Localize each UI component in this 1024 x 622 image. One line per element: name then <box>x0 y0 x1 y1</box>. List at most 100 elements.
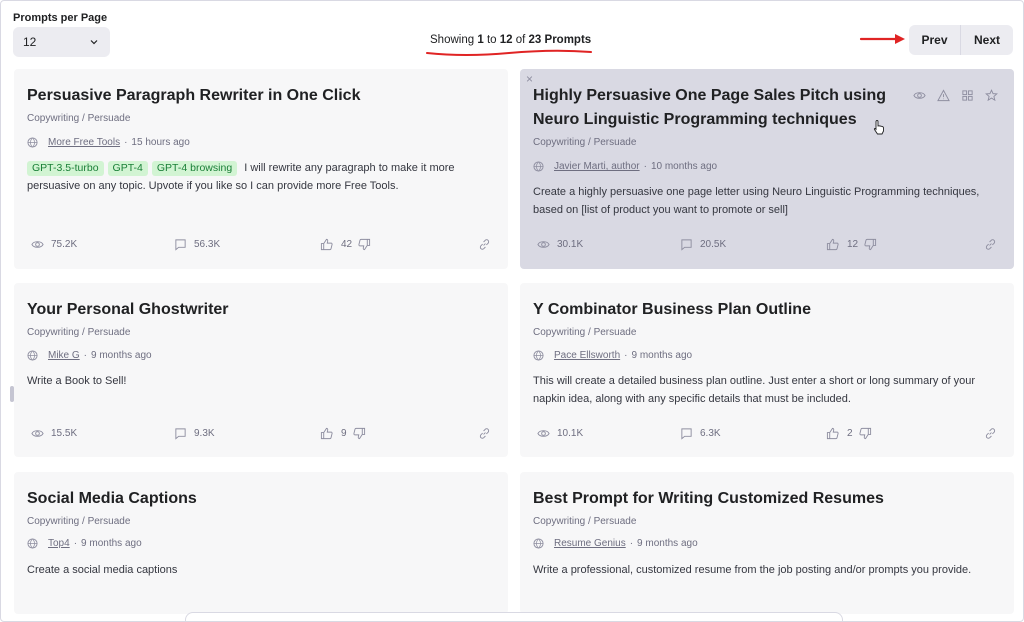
likes-stat: 12 <box>826 238 877 251</box>
link-icon[interactable] <box>984 427 997 440</box>
author-link[interactable]: More Free Tools <box>48 137 120 148</box>
prompt-title[interactable]: Persuasive Paragraph Rewriter in One Cli… <box>27 84 387 108</box>
next-button[interactable]: Next <box>961 25 1013 55</box>
prompt-category: Copywriting / Persuade <box>27 113 131 124</box>
globe-icon <box>27 350 38 361</box>
chevron-down-icon <box>90 40 98 45</box>
comment-icon <box>175 428 186 440</box>
link-icon[interactable] <box>478 238 491 251</box>
prompt-description: Create a highly persuasive one page lett… <box>533 186 980 216</box>
globe-icon <box>27 538 38 549</box>
globe-icon <box>533 350 544 361</box>
thumbs-down-icon[interactable] <box>864 238 877 251</box>
prompt-meta: Mike G · 9 months ago <box>27 350 152 361</box>
thumbs-up-icon[interactable] <box>826 238 839 251</box>
comments-stat: 56.3K <box>174 238 220 251</box>
link-icon[interactable] <box>478 427 491 440</box>
card-actions <box>913 89 998 102</box>
app-window: Prompts per Page 12 Showing 1 to 12 of 2… <box>0 0 1024 622</box>
prompts-per-page-select[interactable]: 12 <box>13 27 110 57</box>
author-link[interactable]: Pace Ellsworth <box>554 350 620 361</box>
posted-time: 10 months ago <box>650 161 718 172</box>
comment-icon <box>175 239 186 251</box>
comments-stat: 9.3K <box>174 427 215 440</box>
author-link[interactable]: Top4 <box>48 538 70 549</box>
posted-time: 15 hours ago <box>131 137 190 148</box>
prompt-title[interactable]: Y Combinator Business Plan Outline <box>533 298 893 322</box>
posted-time: 9 months ago <box>81 538 142 549</box>
prompt-description: Write a professional, customized resume … <box>533 564 972 576</box>
close-icon[interactable]: × <box>526 72 533 86</box>
prompt-card[interactable]: Best Prompt for Writing Customized Resum… <box>520 472 1014 614</box>
prompt-meta: Top4 · 9 months ago <box>27 538 142 549</box>
prompt-meta: More Free Tools · 15 hours ago <box>27 137 190 148</box>
author-link[interactable]: Mike G <box>48 350 80 361</box>
posted-time: 9 months ago <box>637 538 698 549</box>
eye-icon[interactable] <box>913 89 926 102</box>
prompt-category: Copywriting / Persuade <box>533 327 637 338</box>
eye-icon <box>31 241 44 248</box>
prompt-title[interactable]: Social Media Captions <box>27 487 387 511</box>
prompt-category: Copywriting / Persuade <box>27 516 131 527</box>
comments-stat: 20.5K <box>680 238 726 251</box>
prompt-meta: Javier Marti, author · 10 months ago <box>533 161 717 172</box>
eye-icon <box>537 241 550 248</box>
annotation-arrow-icon <box>859 34 905 44</box>
eye-icon <box>31 430 44 437</box>
model-tag: GPT-4 <box>107 161 148 176</box>
resize-handle[interactable] <box>10 386 14 402</box>
comment-icon <box>681 428 692 440</box>
prompt-card[interactable]: Social Media Captions Copywriting / Pers… <box>14 472 508 614</box>
grid-icon[interactable] <box>961 89 974 102</box>
prev-button[interactable]: Prev <box>909 25 961 55</box>
prompt-card[interactable]: Persuasive Paragraph Rewriter in One Cli… <box>14 69 508 269</box>
thumbs-down-icon[interactable] <box>358 238 371 251</box>
bottom-input-bar[interactable] <box>185 612 843 621</box>
views-stat: 75.2K <box>31 238 77 251</box>
prompt-meta: Pace Ellsworth · 9 months ago <box>533 350 692 361</box>
prompt-card[interactable]: × Highly Persuasive One Page Sales Pitch… <box>520 69 1014 269</box>
thumbs-up-icon[interactable] <box>826 427 839 440</box>
thumbs-down-icon[interactable] <box>858 427 872 440</box>
prompt-meta: Resume Genius · 9 months ago <box>533 538 698 549</box>
prompt-description: GPT-3.5-turbo GPT-4 GPT-4 browsing I will … <box>27 161 455 192</box>
posted-time: 9 months ago <box>631 350 693 361</box>
mouse-cursor-icon <box>873 120 884 135</box>
prompt-title[interactable]: Best Prompt for Writing Customized Resum… <box>533 487 893 511</box>
author-link[interactable]: Resume Genius <box>554 538 626 549</box>
prompt-description: Write a Book to Sell! <box>27 375 127 387</box>
views-stat: 30.1K <box>537 238 583 251</box>
prompt-card[interactable]: Y Combinator Business Plan Outline Copyw… <box>520 283 1014 457</box>
pagination: Prev Next <box>909 25 1013 55</box>
star-icon[interactable] <box>985 89 998 102</box>
globe-icon <box>533 161 544 172</box>
posted-time: 9 months ago <box>91 350 152 361</box>
model-tag: GPT-3.5-turbo <box>27 161 104 176</box>
thumbs-down-icon[interactable] <box>352 427 366 440</box>
prompt-title[interactable]: Highly Persuasive One Page Sales Pitch u… <box>533 84 893 132</box>
prompts-per-page-label: Prompts per Page <box>13 12 108 24</box>
prompt-stats: 10.1K 6.3K 2 <box>520 427 1014 443</box>
globe-icon <box>27 137 38 148</box>
prompts-per-page-value: 12 <box>23 35 37 49</box>
views-stat: 15.5K <box>31 427 77 440</box>
prompt-stats: 15.5K 9.3K 9 <box>14 427 508 443</box>
prompt-description: This will create a detailed business pla… <box>533 375 976 405</box>
prompt-stats: 30.1K 20.5K 12 <box>520 238 1014 254</box>
globe-icon <box>533 538 544 549</box>
link-icon[interactable] <box>984 238 997 251</box>
prompt-description: Create a social media captions <box>27 564 178 576</box>
likes-stat: 42 <box>320 238 371 251</box>
prompt-card[interactable]: Your Personal Ghostwriter Copywriting / … <box>14 283 508 457</box>
likes-stat: 9 <box>320 427 366 440</box>
thumbs-up-icon[interactable] <box>320 238 333 251</box>
eye-icon <box>537 430 550 437</box>
comment-icon <box>681 239 692 251</box>
prompt-title[interactable]: Your Personal Ghostwriter <box>27 298 387 322</box>
author-link[interactable]: Javier Marti, author <box>554 161 640 172</box>
prompt-category: Copywriting / Persuade <box>27 327 131 338</box>
thumbs-up-icon[interactable] <box>320 427 333 440</box>
model-tag: GPT-4 browsing <box>151 161 238 176</box>
annotation-underline <box>426 49 592 56</box>
warning-icon[interactable] <box>937 89 950 102</box>
